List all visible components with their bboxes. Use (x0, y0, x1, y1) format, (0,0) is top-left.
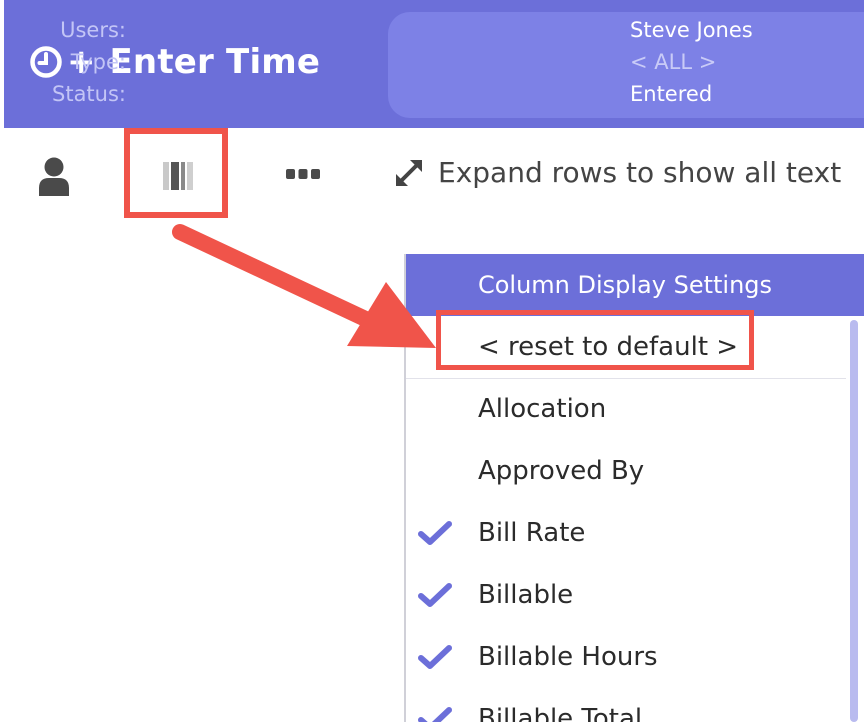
user-icon[interactable] (38, 156, 70, 198)
column-item-label: Bill Rate (478, 518, 586, 548)
filter-type-value: < ALL > (630, 50, 717, 74)
column-item-label: Billable Total (478, 704, 643, 722)
menu-title: Column Display Settings (406, 254, 864, 316)
column-item-billable[interactable]: Billable (406, 564, 846, 626)
menu-title-text: Column Display Settings (477, 271, 773, 299)
checkmark-icon (418, 521, 452, 545)
expand-rows-link[interactable]: Expand rows to show all text (438, 154, 841, 192)
column-item-allocation[interactable]: Allocation (406, 378, 846, 440)
checkmark-icon (418, 645, 452, 669)
menu-scrollbar[interactable] (850, 320, 858, 722)
filter-users-label: Users: (60, 18, 126, 42)
column-item-billable-total[interactable]: Billable Total (406, 688, 846, 722)
column-item-label: Approved By (478, 456, 645, 486)
checkmark-icon (418, 583, 452, 607)
filter-status-label: Status: (52, 82, 126, 106)
column-item-label: Allocation (478, 394, 607, 424)
reset-highlight-box (436, 310, 754, 370)
checkmark-icon (418, 707, 452, 722)
filter-type-label: Type: (70, 50, 126, 74)
filter-status-value: Entered (630, 82, 713, 106)
column-item-approved-by[interactable]: Approved By (406, 440, 846, 502)
column-item-label: Billable (478, 580, 574, 610)
column-item-label: Billable Hours (478, 642, 658, 672)
column-item-bill-rate[interactable]: Bill Rate (406, 502, 846, 564)
page-title-text: Enter Time (109, 42, 321, 82)
filter-summary[interactable]: Users: Steve Jones Type: < ALL > Status:… (52, 12, 864, 118)
column-item-billable-hours[interactable]: Billable Hours (406, 626, 846, 688)
page-header: + Enter Time Users: Steve Jones Type: < … (4, 0, 864, 128)
more-icon[interactable] (286, 168, 320, 180)
filter-users-value: Steve Jones (630, 18, 753, 42)
clock-icon (30, 46, 62, 78)
expand-icon[interactable] (390, 154, 428, 192)
columns-button[interactable] (124, 128, 228, 218)
columns-icon (163, 162, 193, 190)
